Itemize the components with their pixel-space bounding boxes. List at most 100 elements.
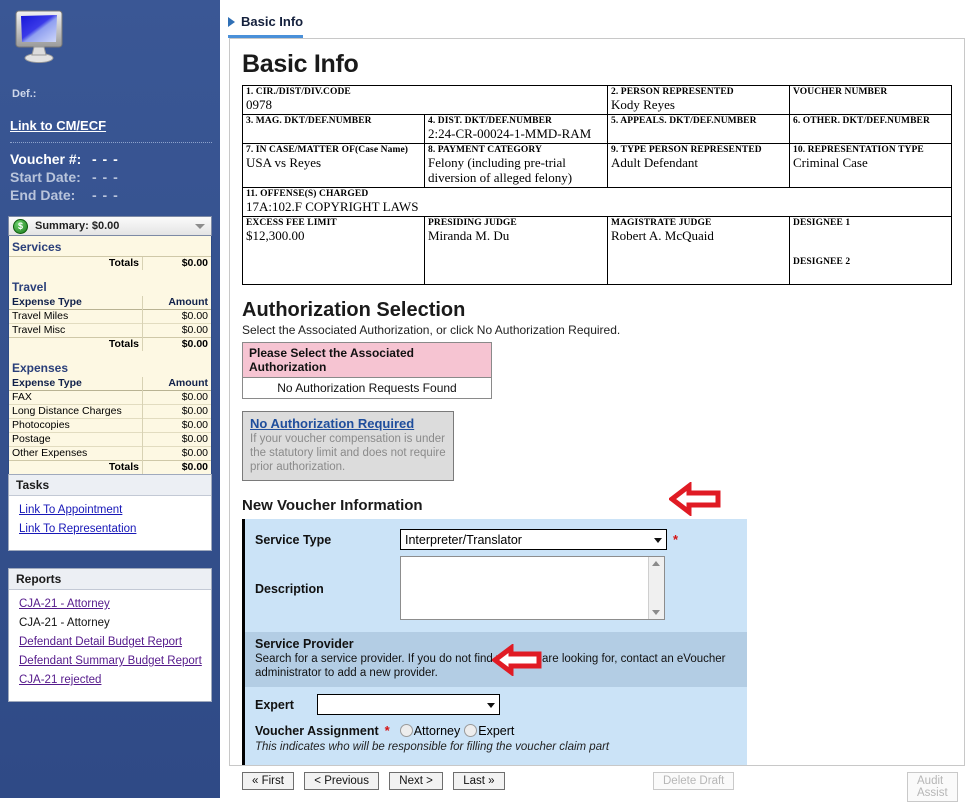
authorization-heading: Authorization Selection	[242, 299, 466, 321]
cell-voucher-number: VOUCHER NUMBER	[789, 85, 952, 115]
value-type-person-represented: Adult Defendant	[611, 155, 699, 170]
start-date-label: Start Date:	[10, 169, 81, 185]
service-provider-title: Service Provider	[255, 637, 354, 651]
tasks-panel: Tasks Link To Appointment Link To Repres…	[8, 474, 212, 551]
table-row: Travel Misc $0.00	[9, 323, 211, 338]
cell-other-dkt-def-number: 6. OTHER. DKT/DEF.NUMBER	[789, 114, 952, 144]
expert-value	[322, 698, 325, 712]
textarea-scrollbar[interactable]	[648, 557, 664, 619]
expert-row: Expert	[245, 687, 747, 715]
service-type-select[interactable]: Interpreter/Translator	[400, 529, 667, 550]
services-totals-amount: $0.00	[142, 256, 211, 270]
expense-row-amount: $0.00	[142, 432, 211, 447]
travel-col-amount: Amount	[142, 296, 211, 310]
value-presiding-judge: Miranda M. Du	[428, 228, 510, 243]
label-designee-1: DESIGNEE 1	[793, 218, 851, 228]
label-cir-dist-div-code: 1. CIR./DIST/DIV.CODE	[246, 87, 351, 97]
service-provider-description: Search for a service provider. If you do…	[255, 653, 726, 679]
value-designee-1	[793, 228, 948, 243]
basic-info-panel: Basic Info 1. CIR./DIST/DIV.CODE 0978 2.…	[229, 38, 965, 766]
report-defendant-summary-budget[interactable]: Defendant Summary Budget Report	[19, 655, 204, 667]
expert-label: Expert	[255, 697, 294, 712]
link-to-appointment[interactable]: Link To Appointment	[19, 504, 204, 516]
expert-select[interactable]	[317, 694, 500, 715]
create-voucher-button[interactable]: Create Voucher	[255, 765, 362, 766]
travel-totals-row: Totals $0.00	[9, 337, 211, 351]
table-row: Postage $0.00	[9, 432, 211, 447]
label-appeals-dkt-def-number: 5. APPEALS. DKT/DEF.NUMBER	[611, 116, 757, 126]
footer-nav: « First < Previous Next > Last » Delete …	[229, 770, 965, 802]
previous-button[interactable]: < Previous	[304, 772, 379, 790]
cell-designees: DESIGNEE 1 DESIGNEE 2	[789, 216, 952, 285]
cell-case-name: 7. IN CASE/MATTER OF(Case Name) USA vs R…	[242, 143, 425, 188]
cja-case-info-table: 1. CIR./DIST/DIV.CODE 0978 2. PERSON REP…	[242, 85, 952, 285]
label-mag-dkt-def-number: 3. MAG. DKT/DEF.NUMBER	[246, 116, 372, 126]
service-type-row: Service Type Interpreter/Translator *	[245, 529, 747, 550]
label-person-represented: 2. PERSON REPRESENTED	[611, 87, 734, 97]
value-magistrate-judge: Robert A. McQuaid	[611, 228, 714, 243]
expenses-col-amount: Amount	[142, 377, 211, 391]
cell-representation-type: 10. REPRESENTATION TYPE Criminal Case	[789, 143, 952, 188]
report-cja21-attorney-text: CJA-21 - Attorney	[19, 617, 110, 629]
authorization-empty-list: No Authorization Requests Found	[242, 378, 492, 399]
next-button[interactable]: Next >	[389, 772, 443, 790]
computer-monitor-icon	[15, 10, 63, 63]
expense-row-type: Postage	[12, 433, 51, 445]
label-other-dkt-def-number: 6. OTHER. DKT/DEF.NUMBER	[793, 116, 930, 126]
value-representation-type: Criminal Case	[793, 155, 868, 170]
cell-person-represented: 2. PERSON REPRESENTED Kody Reyes	[607, 85, 790, 115]
cell-excess-fee-limit: EXCESS FEE LIMIT $12,300.00	[242, 216, 425, 285]
last-button[interactable]: Last »	[453, 772, 505, 790]
value-person-represented: Kody Reyes	[611, 97, 675, 112]
required-asterisk: *	[384, 723, 390, 738]
new-voucher-form-panel: Service Type Interpreter/Translator * De…	[242, 519, 747, 766]
expenses-totals-amount: $0.00	[142, 460, 211, 474]
summary-totals-box: Services Totals $0.00 Travel Expense Typ…	[8, 236, 212, 475]
radio-expert[interactable]	[464, 724, 478, 737]
radio-attorney-label[interactable]: Attorney	[414, 724, 461, 738]
reports-panel: Reports CJA-21 - Attorney CJA-21 - Attor…	[8, 568, 212, 702]
value-offenses-charged: 17A:102.F COPYRIGHT LAWS	[246, 199, 419, 214]
value-other-dkt-def-number	[793, 126, 948, 141]
table-row: 7. IN CASE/MATTER OF(Case Name) USA vs R…	[242, 143, 952, 188]
value-mag-dkt-def-number	[246, 126, 421, 141]
cell-offenses-charged: 11. OFFENSE(S) CHARGED 17A:102.F COPYRIG…	[242, 187, 952, 217]
first-button[interactable]: « First	[242, 772, 294, 790]
report-cja21-attorney-link[interactable]: CJA-21 - Attorney	[19, 598, 204, 610]
table-row: Long Distance Charges $0.00	[9, 404, 211, 419]
description-textarea[interactable]	[400, 556, 665, 620]
no-authorization-required-box[interactable]: No Authorization Required If your vouche…	[242, 411, 454, 481]
value-appeals-dkt-def-number	[611, 126, 786, 141]
start-date-value: - - -	[92, 169, 119, 185]
chevron-down-icon[interactable]	[195, 223, 205, 229]
travel-header-row: Expense Type Amount	[9, 296, 211, 310]
summary-toggle-bar[interactable]: $ Summary: $0.00	[8, 216, 212, 236]
scroll-up-arrow-icon[interactable]	[652, 561, 660, 566]
left-sidebar: Def.: Link to CM/ECF Voucher #: - - - St…	[0, 0, 220, 798]
link-to-cmecf[interactable]: Link to CM/ECF	[10, 118, 106, 133]
label-representation-type: 10. REPRESENTATION TYPE	[793, 145, 924, 155]
tasks-title: Tasks	[9, 475, 211, 496]
travel-totals-label: Totals	[9, 337, 143, 351]
report-cja21-rejected[interactable]: CJA-21 rejected	[19, 674, 204, 686]
travel-row-amount: $0.00	[142, 323, 211, 338]
tab-basic-info[interactable]: Basic Info	[228, 14, 304, 38]
services-totals-label: Totals	[9, 256, 143, 270]
no-authorization-required-text: If your voucher compensation is under th…	[250, 433, 446, 473]
radio-attorney[interactable]	[399, 724, 413, 737]
tab-basic-info-label: Basic Info	[241, 14, 304, 29]
report-defendant-detail-budget[interactable]: Defendant Detail Budget Report	[19, 636, 204, 648]
radio-expert-label[interactable]: Expert	[478, 724, 514, 738]
table-row: 3. MAG. DKT/DEF.NUMBER 4. DIST. DKT/DEF.…	[242, 114, 952, 144]
no-authorization-required-link[interactable]: No Authorization Required	[250, 416, 446, 431]
voucher-assignment-row: Voucher Assignment * Attorney Expert	[245, 715, 747, 738]
authorization-warning-banner: Please Select the Associated Authorizati…	[242, 342, 492, 378]
scroll-down-arrow-icon[interactable]	[652, 610, 660, 615]
expenses-col-type: Expense Type	[12, 377, 82, 389]
label-voucher-number: VOUCHER NUMBER	[793, 87, 888, 97]
defendant-label: Def.:	[12, 88, 37, 100]
link-to-representation[interactable]: Link To Representation	[19, 523, 204, 535]
expense-row-amount: $0.00	[142, 446, 211, 461]
voucher-number-label: Voucher #:	[10, 151, 82, 167]
summary-table: Services Totals $0.00 Travel Expense Typ…	[9, 236, 211, 474]
